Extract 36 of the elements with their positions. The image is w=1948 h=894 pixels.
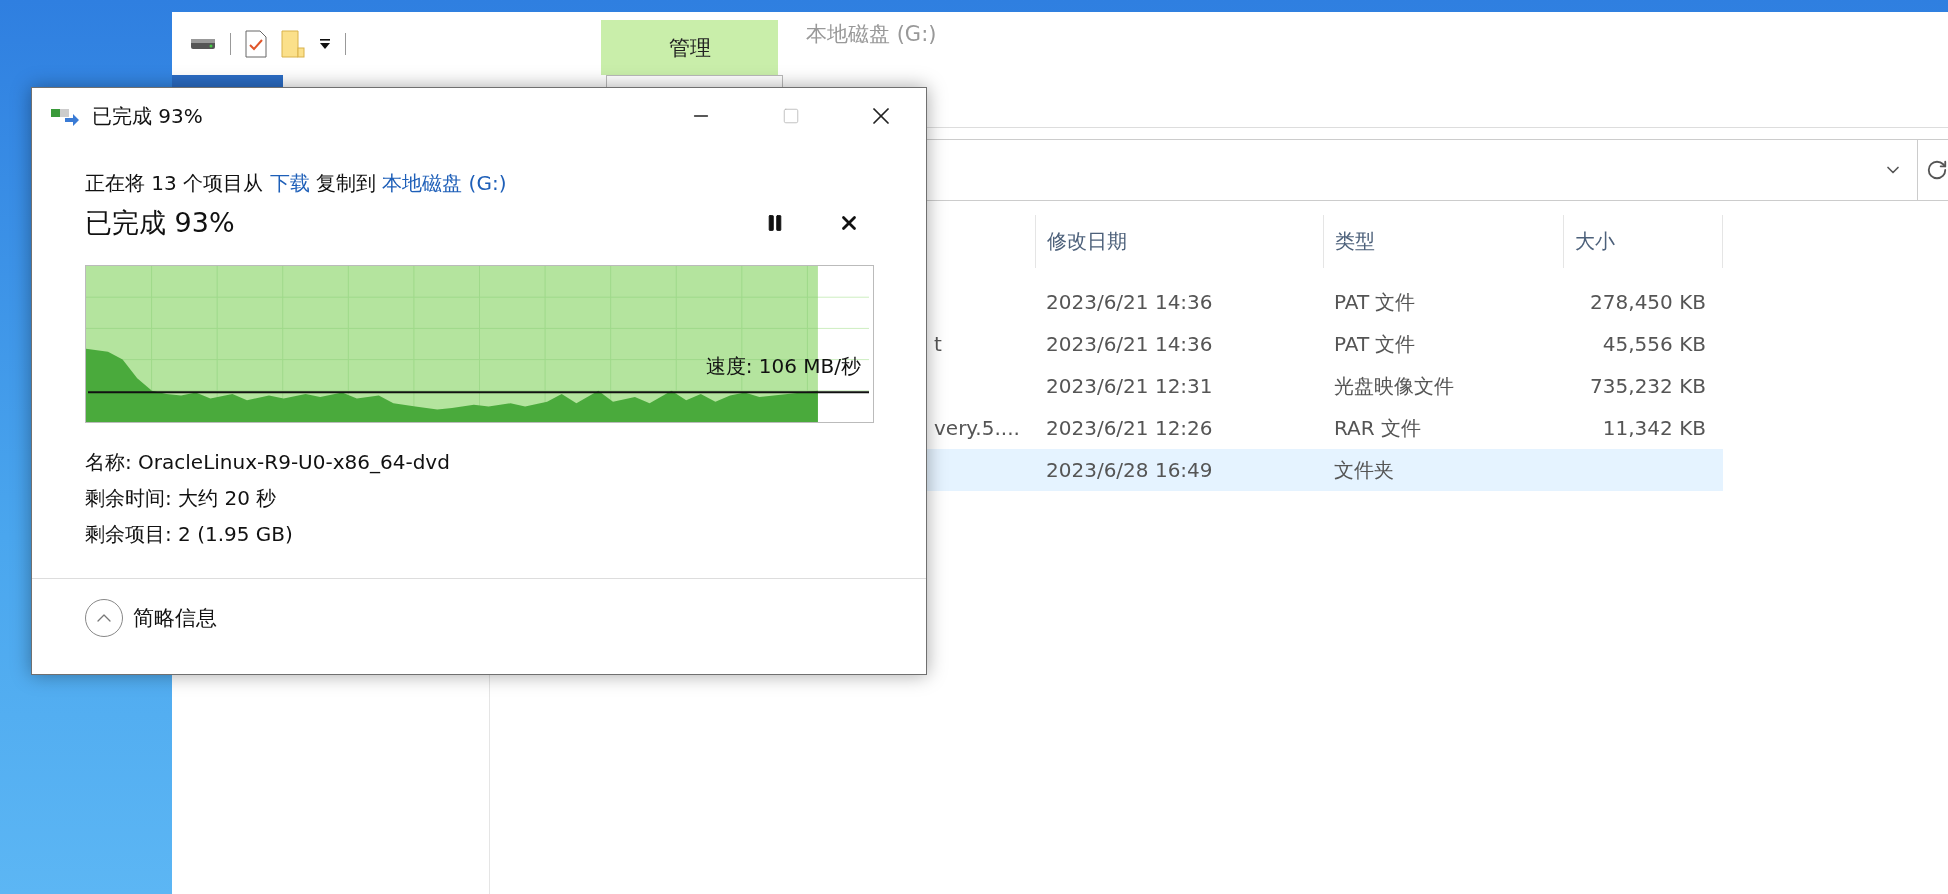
document-check-icon[interactable]: [245, 29, 267, 58]
progress-heading: 已完成 93%: [85, 206, 236, 240]
modified-date: 2023/6/21 14:36: [1045, 290, 1214, 314]
less-details-button[interactable]: 简略信息: [85, 599, 217, 637]
refresh-icon[interactable]: [1926, 159, 1948, 181]
location-link[interactable]: 下载: [269, 171, 310, 195]
file-size: 11,342 KB: [1601, 416, 1707, 440]
file-size: 735,232 KB: [1589, 374, 1707, 398]
modified-date: 2023/6/21 12:26: [1045, 416, 1214, 440]
dialog-title: 已完成 93%: [92, 102, 204, 130]
detail-line: 剩余时间: 大约 20 秒: [85, 485, 278, 512]
file-type: PAT 文件: [1333, 288, 1417, 316]
detail-line: 名称: OracleLinux-R9-U0-x86_64-dvd: [85, 449, 451, 476]
detail-line: 剩余项目: 2 (1.95 GB): [85, 521, 294, 548]
file-type: RAR 文件: [1333, 414, 1423, 442]
copy-summary: 正在将 13 个项目从 下载 复制到 本地磁盘 (G:): [85, 170, 508, 197]
file-name: t: [933, 332, 943, 356]
column-header[interactable]: 类型: [1323, 215, 1563, 268]
window-title: 本地磁盘 (G:): [806, 21, 937, 48]
copy-icon: [50, 106, 80, 126]
modified-date: 2023/6/21 14:36: [1045, 332, 1214, 356]
file-name: very.5....: [933, 416, 1021, 440]
drive-icon[interactable]: [190, 36, 216, 51]
file-size: 278,450 KB: [1589, 290, 1707, 314]
file-type: 文件夹: [1333, 456, 1395, 484]
location-link[interactable]: 本地磁盘 (G:): [382, 171, 507, 195]
column-header[interactable]: 修改日期: [1035, 215, 1323, 268]
file-type: 光盘映像文件: [1333, 372, 1455, 400]
speed-label: 速度: 106 MB/秒: [705, 353, 861, 380]
file-type: PAT 文件: [1333, 330, 1417, 358]
ribbon-tab[interactable]: 管理: [601, 20, 778, 75]
modified-date: 2023/6/28 16:49: [1045, 458, 1214, 482]
file-size: 45,556 KB: [1601, 332, 1707, 356]
dropdown-icon[interactable]: [319, 37, 331, 50]
modified-date: 2023/6/21 12:31: [1045, 374, 1214, 398]
column-header[interactable]: 大小: [1563, 215, 1723, 268]
